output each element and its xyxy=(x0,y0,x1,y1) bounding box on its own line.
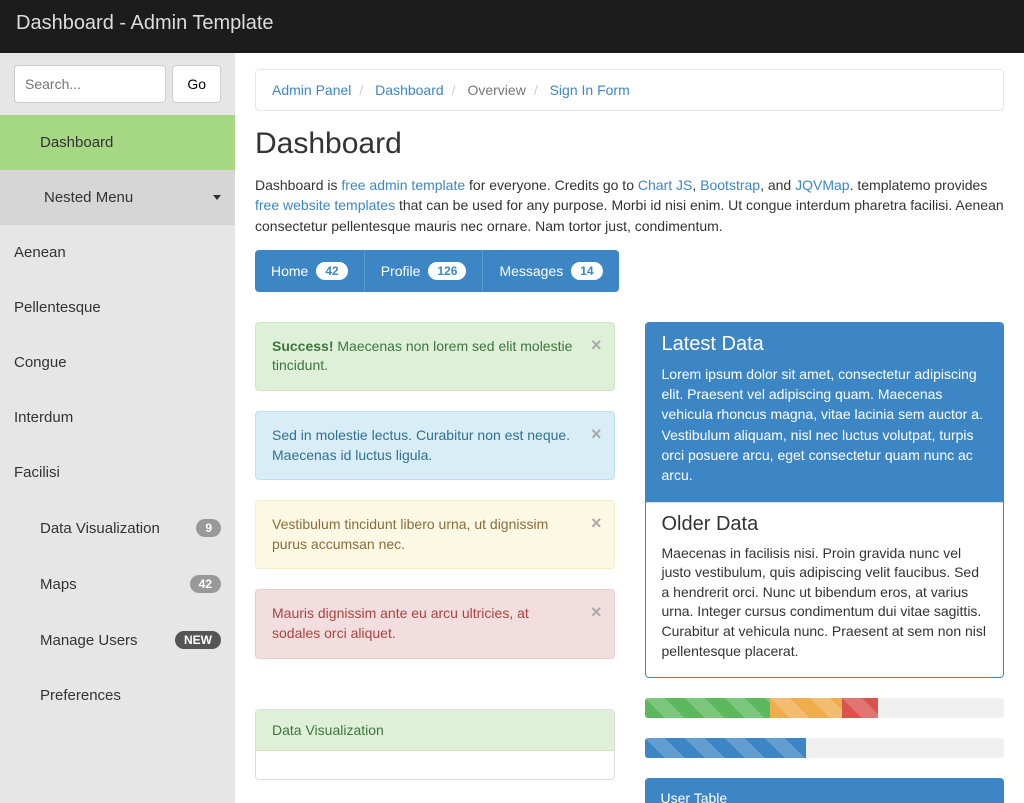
breadcrumb-link[interactable]: Admin Panel xyxy=(272,82,351,98)
alert-danger: × Mauris dignissim ante eu arcu ultricie… xyxy=(255,589,615,658)
main-content: Admin Panel/ Dashboard/ Overview/ Sign I… xyxy=(235,53,1024,803)
progress-bar-stacked xyxy=(645,698,1005,718)
sidebar-item-interdum[interactable]: Interdum xyxy=(0,390,235,445)
sidebar: Go Dashboard Nested Menu Aenean Pellente… xyxy=(0,53,235,803)
link-free-website-templates[interactable]: free website templates xyxy=(255,197,395,213)
sidebar-item-manage-users[interactable]: Manage UsersNEW xyxy=(0,612,235,668)
older-data-body: Maecenas in facilisis nisi. Proin gravid… xyxy=(662,544,988,662)
sidebar-item-aenean[interactable]: Aenean xyxy=(0,225,235,280)
tab-messages[interactable]: Messages14 xyxy=(483,250,618,292)
sidebar-item-dashboard[interactable]: Dashboard xyxy=(0,115,235,170)
older-data-title: Older Data xyxy=(662,513,988,536)
breadcrumb: Admin Panel/ Dashboard/ Overview/ Sign I… xyxy=(255,69,1004,111)
badge-count: 42 xyxy=(316,262,347,280)
tab-profile[interactable]: Profile126 xyxy=(365,250,484,292)
card-body: Lorem ipsum dolor sit amet, consectetur … xyxy=(646,356,1004,502)
breadcrumb-link[interactable]: Dashboard xyxy=(375,82,444,98)
page-title: Dashboard xyxy=(255,127,1004,161)
older-data-section: Older Data Maecenas in facilisis nisi. P… xyxy=(646,502,1004,678)
sidebar-item-facilisi[interactable]: Facilisi xyxy=(0,445,235,500)
page-title-top: Dashboard - Admin Template xyxy=(16,12,274,34)
topbar: Dashboard - Admin Template xyxy=(0,0,1024,53)
badge-count: 42 xyxy=(190,575,221,593)
tab-home[interactable]: Home42 xyxy=(255,250,365,292)
link-bootstrap[interactable]: Bootstrap xyxy=(700,177,760,193)
panel-heading: Data Visualization xyxy=(256,710,614,751)
breadcrumb-link[interactable]: Sign In Form xyxy=(550,82,630,98)
card-heading: Latest Data xyxy=(646,323,1004,356)
progress-segment-danger xyxy=(842,698,878,718)
latest-data-card: Latest Data Lorem ipsum dolor sit amet, … xyxy=(645,322,1005,678)
panel-body xyxy=(256,751,614,779)
intro-text: Dashboard is free admin template for eve… xyxy=(255,175,1004,236)
sidebar-item-data-visualization[interactable]: Data Visualization9 xyxy=(0,500,235,556)
link-jqvmap[interactable]: JQVMap xyxy=(795,177,849,193)
sidebar-item-maps[interactable]: Maps42 xyxy=(0,556,235,612)
badge-count: 9 xyxy=(196,519,221,537)
nav-tabs: Home42 Profile126 Messages14 xyxy=(255,250,1004,292)
sidebar-item-congue[interactable]: Congue xyxy=(0,335,235,390)
progress-segment-warning xyxy=(770,698,842,718)
progress-bar-single xyxy=(645,738,1005,758)
alert-info: × Sed in molestie lectus. Curabitur non … xyxy=(255,411,615,480)
badge-count: 126 xyxy=(428,262,466,280)
sidebar-item-pellentesque[interactable]: Pellentesque xyxy=(0,280,235,335)
badge-new: NEW xyxy=(175,631,221,649)
chevron-down-icon xyxy=(213,195,221,200)
panel-data-visualization: Data Visualization xyxy=(255,709,615,780)
search-go-button[interactable]: Go xyxy=(172,65,221,103)
close-icon[interactable]: × xyxy=(591,333,602,358)
search-input[interactable] xyxy=(14,65,166,103)
close-icon[interactable]: × xyxy=(591,511,602,536)
badge-count: 14 xyxy=(571,262,602,280)
link-chartjs[interactable]: Chart JS xyxy=(638,177,692,193)
sidebar-item-preferences[interactable]: Preferences xyxy=(0,668,235,723)
sidebar-item-nested-menu[interactable]: Nested Menu xyxy=(0,170,235,225)
link-free-admin-template[interactable]: free admin template xyxy=(341,177,465,193)
progress-segment-success xyxy=(645,698,771,718)
close-icon[interactable]: × xyxy=(591,600,602,625)
close-icon[interactable]: × xyxy=(591,422,602,447)
alert-success: × Success! Maecenas non lorem sed elit m… xyxy=(255,322,615,391)
progress-segment-info xyxy=(645,738,807,758)
breadcrumb-current: Overview xyxy=(467,82,525,98)
user-table-panel: User Table # First Name Last Name Userna… xyxy=(645,778,1005,803)
user-table-heading: User Table xyxy=(645,778,1005,803)
alert-warning: × Vestibulum tincidunt libero urna, ut d… xyxy=(255,500,615,569)
